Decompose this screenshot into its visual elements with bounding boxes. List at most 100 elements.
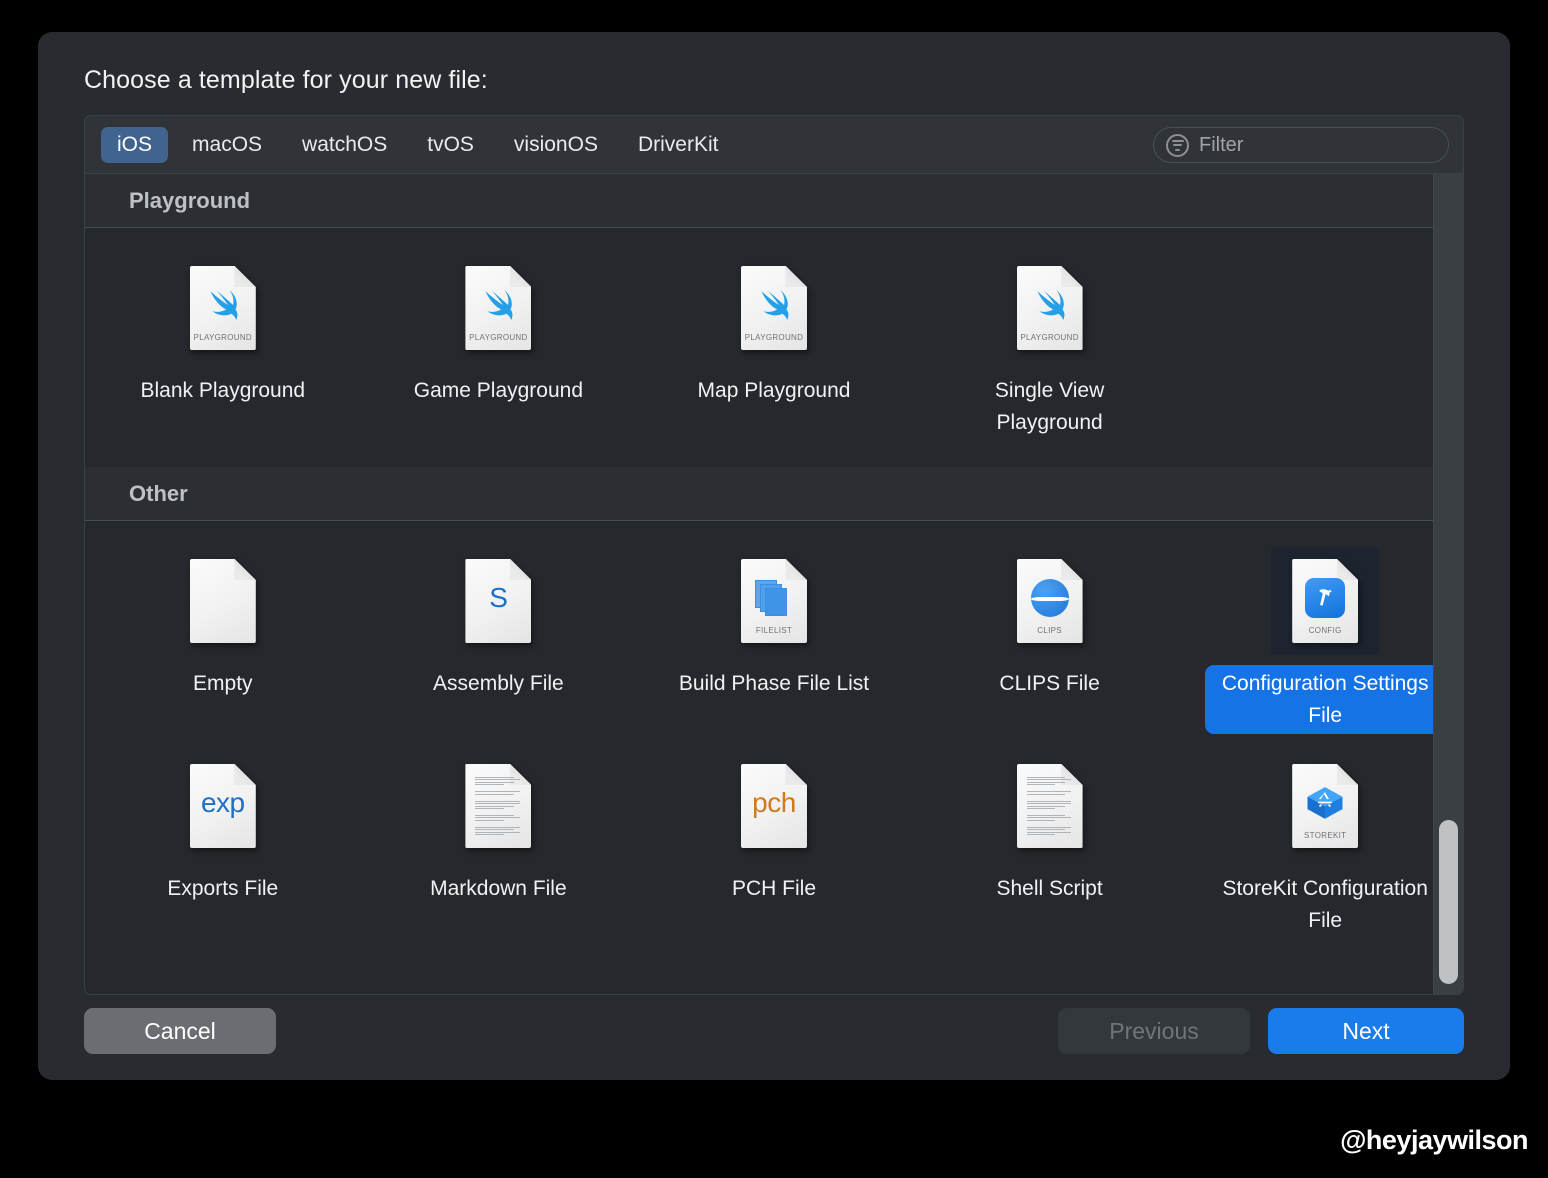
- sphere-icon: [1030, 579, 1069, 617]
- swift-playground-icon: PLAYGROUND: [465, 266, 532, 350]
- assembly-s-icon: S: [465, 559, 532, 643]
- clips-sphere-icon: CLIPS: [1016, 559, 1083, 643]
- template-item-label: Build Phase File List: [678, 672, 870, 695]
- config-hammer-icon: CONFIG: [1292, 559, 1359, 643]
- cancel-button[interactable]: Cancel: [84, 1008, 276, 1054]
- screen-root: Choose a template for your new file: iOS…: [0, 0, 1548, 1178]
- doc-kind-label: FILELIST: [755, 626, 793, 635]
- icon-wrap: [444, 752, 552, 860]
- text-lines-icon: [1026, 776, 1073, 836]
- section-header-label: Playground: [129, 187, 251, 213]
- pch-icon: pch: [740, 764, 807, 848]
- template-item-clips-file[interactable]: CLIPS CLIPS File: [912, 535, 1188, 740]
- tab-driverkit[interactable]: DriverKit: [622, 127, 735, 163]
- tab-watchos[interactable]: watchOS: [286, 127, 403, 163]
- storekit-cube-icon: STOREKIT: [1292, 764, 1359, 848]
- template-item-label: PCH File: [731, 877, 816, 900]
- template-item-label: Exports File: [167, 877, 279, 900]
- blank-document-icon: [189, 559, 256, 643]
- template-list-panel: Playground PLAYGROUND Blank Playground P…: [84, 173, 1464, 995]
- icon-wrap: CONFIG: [1271, 547, 1380, 655]
- markdown-text-icon: [465, 764, 532, 848]
- icon-wrap: PLAYGROUND: [444, 254, 552, 362]
- swift-bird-icon: [210, 290, 238, 320]
- section-header-other: Other: [85, 467, 1463, 521]
- next-button[interactable]: Next: [1268, 1008, 1464, 1054]
- template-item-label: Map Playground: [697, 379, 851, 402]
- template-item-label: CLIPS File: [999, 672, 1100, 695]
- icon-wrap: CLIPS: [996, 547, 1104, 655]
- icon-wrap: [996, 752, 1104, 860]
- template-item-shell-script[interactable]: Shell Script: [912, 740, 1188, 945]
- swift-playground-icon: PLAYGROUND: [740, 266, 807, 350]
- swift-playground-icon: PLAYGROUND: [189, 266, 256, 350]
- new-file-template-dialog: Choose a template for your new file: iOS…: [38, 32, 1510, 1080]
- watermark: @heyjaywilson: [1340, 1125, 1528, 1155]
- tab-tvos[interactable]: tvOS: [411, 127, 490, 163]
- hammer-tile-icon: [1305, 578, 1346, 618]
- template-item-exports-file[interactable]: exp Exports File: [85, 740, 361, 945]
- template-item-label: Configuration Settings File: [1205, 665, 1446, 734]
- template-item-storekit-configuration-file[interactable]: STOREKIT StoreKit Configuration File: [1187, 740, 1463, 945]
- filter-field[interactable]: Filter: [1153, 127, 1449, 163]
- section-header-playground: Playground: [85, 174, 1463, 228]
- doc-glyph-text: pch: [752, 787, 796, 818]
- doc-glyph-text: exp: [200, 787, 245, 818]
- icon-wrap: PLAYGROUND: [996, 254, 1104, 362]
- filter-icon: [1166, 133, 1189, 157]
- template-item-label: Single View Playground: [994, 379, 1105, 434]
- icon-wrap: exp: [169, 752, 277, 860]
- template-item-label: Blank Playground: [140, 379, 306, 402]
- shell-script-text-icon: [1016, 764, 1083, 848]
- swift-bird-icon: [1037, 290, 1065, 320]
- vertical-scrollbar-thumb[interactable]: [1439, 820, 1458, 984]
- template-item-build-phase-file-list[interactable]: FILELIST Build Phase File List: [636, 535, 912, 740]
- doc-kind-label: CLIPS: [1037, 626, 1062, 635]
- previous-button[interactable]: Previous: [1058, 1008, 1250, 1054]
- swift-bird-icon: [485, 290, 513, 320]
- icon-wrap: PLAYGROUND: [720, 254, 828, 362]
- template-item-blank-playground[interactable]: PLAYGROUND Blank Playground: [85, 242, 361, 447]
- doc-kind-label: PLAYGROUND: [744, 333, 804, 342]
- tab-macos[interactable]: macOS: [176, 127, 278, 163]
- template-item-label: Markdown File: [430, 877, 567, 900]
- section-header-label: Other: [129, 480, 188, 506]
- doc-glyph-text: S: [489, 582, 508, 613]
- icon-wrap: pch: [720, 752, 828, 860]
- template-item-map-playground[interactable]: PLAYGROUND Map Playground: [636, 242, 912, 447]
- icon-wrap: PLAYGROUND: [169, 254, 277, 362]
- template-item-empty[interactable]: Empty: [85, 535, 361, 740]
- vertical-scrollbar-track[interactable]: [1433, 174, 1463, 994]
- doc-kind-label: CONFIG: [1308, 626, 1342, 635]
- template-item-markdown-file[interactable]: Markdown File: [361, 740, 637, 945]
- exports-exp-icon: exp: [189, 764, 256, 848]
- dialog-title: Choose a template for your new file:: [84, 66, 488, 94]
- icon-wrap: [169, 547, 277, 655]
- icon-wrap: STOREKIT: [1271, 752, 1379, 860]
- template-item-configuration-settings-file[interactable]: CONFIG Configuration Settings File: [1187, 535, 1463, 740]
- template-grid-spacer: [1187, 242, 1463, 447]
- filter-placeholder: Filter: [1199, 133, 1244, 156]
- filelist-icon: FILELIST: [740, 559, 807, 643]
- template-item-label: Shell Script: [996, 877, 1103, 900]
- template-item-game-playground[interactable]: PLAYGROUND Game Playground: [361, 242, 637, 447]
- hammer-icon: [1319, 589, 1332, 606]
- text-lines-icon: [475, 776, 521, 836]
- doc-kind-label: PLAYGROUND: [1020, 333, 1079, 342]
- swift-bird-icon: [761, 290, 789, 320]
- template-item-assembly-file[interactable]: S Assembly File: [361, 535, 637, 740]
- doc-kind-label: PLAYGROUND: [193, 333, 252, 342]
- template-item-label: Game Playground: [413, 379, 584, 402]
- template-item-pch-file[interactable]: pch PCH File: [636, 740, 912, 945]
- tab-ios[interactable]: iOS: [101, 126, 169, 163]
- playground-template-grid: PLAYGROUND Blank Playground PLAYGROUND G…: [85, 228, 1463, 467]
- other-template-grid: Empty S Assembly File FILELIST Build Pha…: [85, 521, 1463, 955]
- template-item-single-view-playground[interactable]: PLAYGROUND Single View Playground: [912, 242, 1188, 447]
- tab-visionos[interactable]: visionOS: [498, 127, 614, 163]
- platform-tab-bar: iOS macOS watchOS tvOS visionOS DriverKi…: [84, 115, 1464, 173]
- template-item-label: StoreKit Configuration File: [1222, 877, 1428, 932]
- icon-wrap: S: [444, 547, 552, 655]
- app-store-cube-icon: [1307, 787, 1343, 819]
- swift-playground-icon: PLAYGROUND: [1016, 266, 1083, 350]
- stacked-files-icon: [754, 580, 793, 616]
